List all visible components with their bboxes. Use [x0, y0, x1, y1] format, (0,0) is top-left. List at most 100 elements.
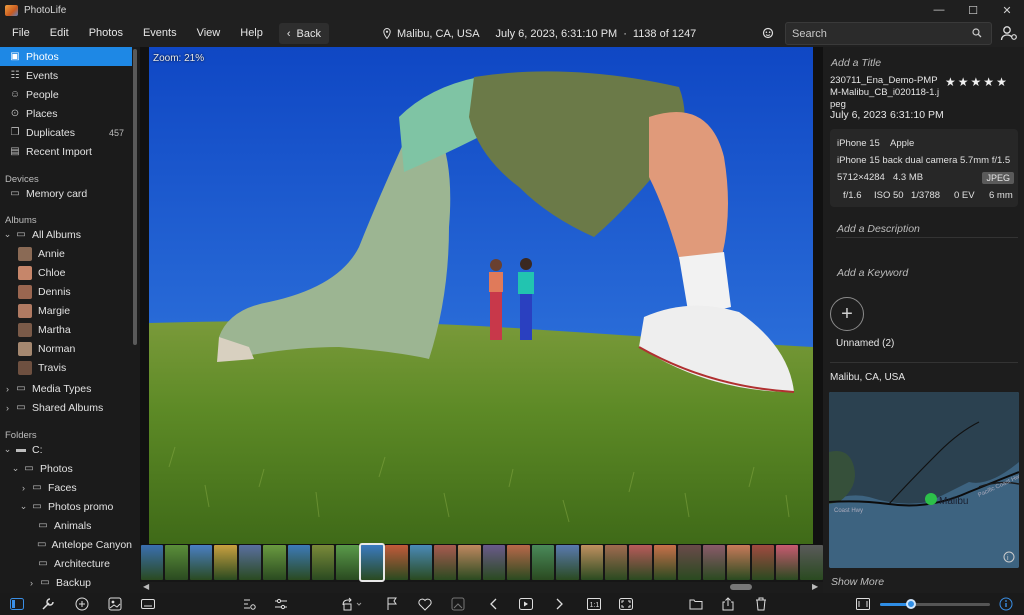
sidebar-item-media-types[interactable]: › ▭ Media Types: [0, 379, 132, 398]
star-rating[interactable]: ★ ★ ★ ★ ★: [945, 75, 1007, 89]
share-icon[interactable]: [720, 596, 736, 612]
sidebar-item-norman[interactable]: Norman: [0, 339, 132, 358]
sidebar-item-photos[interactable]: ▣ Photos: [0, 47, 132, 66]
menu-events[interactable]: Events: [133, 20, 187, 47]
menu-edit[interactable]: Edit: [40, 20, 79, 47]
star-icon[interactable]: ★: [958, 75, 969, 89]
filmstrip-thumbnail[interactable]: [580, 545, 604, 580]
view-mode-icon[interactable]: [855, 596, 871, 612]
star-icon[interactable]: ★: [996, 75, 1007, 89]
filmstrip-thumbnail[interactable]: [141, 545, 164, 580]
menu-file[interactable]: File: [2, 20, 40, 47]
chevron-right-icon[interactable]: ›: [27, 578, 36, 588]
show-more-link[interactable]: Show More: [831, 576, 884, 588]
folder-item-architecture[interactable]: ▭ Architecture: [0, 554, 132, 573]
chevron-down-icon[interactable]: ⌄: [3, 229, 12, 240]
add-face-button[interactable]: +: [830, 297, 864, 331]
filmstrip-thumbnail[interactable]: [482, 545, 506, 580]
filmstrip-thumbnail[interactable]: [263, 545, 286, 580]
sidebar-item-people[interactable]: ☺ People: [0, 85, 132, 104]
delete-trash-icon[interactable]: [753, 596, 769, 612]
metadata-icon[interactable]: [241, 596, 257, 612]
minimize-button[interactable]: —: [922, 0, 956, 20]
sidebar-item-duplicates[interactable]: ❐ Duplicates 457: [0, 123, 132, 142]
play-slideshow-icon[interactable]: [518, 596, 534, 612]
close-button[interactable]: ✕: [990, 0, 1024, 20]
menu-view[interactable]: View: [187, 20, 231, 47]
maximize-button[interactable]: ☐: [956, 0, 990, 20]
main-photo[interactable]: Zoom: 21%: [149, 47, 813, 544]
filmstrip-thumbnail[interactable]: [336, 545, 359, 580]
filmstrip-thumbnail[interactable]: [358, 543, 386, 582]
star-icon[interactable]: ★: [971, 75, 982, 89]
sidebar-item-places[interactable]: ⊙ Places: [0, 104, 132, 123]
location-map[interactable]: Malibu Coast Hwy Pacific Coast Hwy i: [829, 392, 1019, 568]
chevron-right-icon[interactable]: ›: [3, 403, 12, 413]
face-recognition-icon[interactable]: [762, 27, 774, 39]
star-icon[interactable]: ★: [945, 75, 956, 89]
sidebar-item-martha[interactable]: Martha: [0, 320, 132, 339]
sidebar-item-annie[interactable]: Annie: [0, 244, 132, 263]
filmstrip-thumbnail[interactable]: [385, 545, 408, 580]
filmstrip-thumbnail[interactable]: [629, 545, 652, 580]
next-icon[interactable]: [551, 596, 567, 612]
compare-icon[interactable]: [450, 596, 466, 612]
filmstrip-thumbnail[interactable]: [434, 545, 457, 580]
keyboard-icon[interactable]: [140, 596, 156, 612]
filmstrip-thumbnail[interactable]: [605, 545, 628, 580]
filmstrip-thumbnail[interactable]: [409, 545, 433, 580]
filmstrip-scroll-thumb[interactable]: [730, 584, 752, 590]
menu-help[interactable]: Help: [230, 20, 273, 47]
fit-to-screen-icon[interactable]: [618, 596, 634, 612]
chevron-down-icon[interactable]: ⌄: [19, 501, 28, 512]
filmstrip-thumbnail[interactable]: [189, 545, 213, 580]
filmstrip-thumbnail[interactable]: [214, 545, 237, 580]
chevron-right-icon[interactable]: ›: [19, 483, 28, 493]
sidebar-item-chloe[interactable]: Chloe: [0, 263, 132, 282]
add-title-field[interactable]: Add a Title: [831, 57, 881, 69]
sidebar-item-all-albums[interactable]: ⌄ ▭ All Albums: [0, 225, 132, 244]
folder-item-photos[interactable]: ⌄ ▭ Photos: [0, 459, 132, 478]
filmstrip-thumbnail[interactable]: [287, 545, 310, 580]
filmstrip-thumbnail[interactable]: [531, 545, 555, 580]
back-button[interactable]: ‹ Back: [278, 23, 330, 44]
search-input[interactable]: Search: [785, 22, 992, 45]
scroll-left-icon[interactable]: ◀: [143, 582, 149, 591]
edit-tools-icon[interactable]: [40, 596, 56, 612]
slider-handle[interactable]: [906, 599, 916, 609]
sidebar-scrollbar[interactable]: [133, 49, 137, 345]
filmstrip-scrollbar[interactable]: ◀ ▶: [140, 582, 823, 593]
account-icon[interactable]: [1000, 24, 1018, 42]
filmstrip-thumbnail[interactable]: [238, 545, 262, 580]
sidebar-item-memory-card[interactable]: ▭ Memory card: [0, 184, 132, 203]
thumbnail-size-slider[interactable]: [880, 599, 990, 609]
filmstrip-thumbnail[interactable]: [751, 545, 774, 580]
sidebar-item-travis[interactable]: Travis: [0, 358, 132, 377]
scroll-right-icon[interactable]: ▶: [812, 582, 818, 591]
filmstrip-thumbnail[interactable]: [165, 545, 188, 580]
folder-item-animals[interactable]: ▭ Animals: [0, 516, 132, 535]
sidebar-item-dennis[interactable]: Dennis: [0, 282, 132, 301]
open-folder-icon[interactable]: [688, 596, 704, 612]
import-photos-icon[interactable]: [107, 596, 123, 612]
filmstrip-thumbnail[interactable]: [702, 545, 726, 580]
folder-item-antelope-canyon[interactable]: ▭ Antelope Canyon: [0, 535, 132, 554]
menu-photos[interactable]: Photos: [79, 20, 133, 47]
sidebar-item-margie[interactable]: Margie: [0, 301, 132, 320]
toggle-sidebar-icon[interactable]: [9, 596, 25, 612]
filmstrip-thumbnail[interactable]: [800, 545, 823, 580]
filmstrip-thumbnail[interactable]: [507, 545, 530, 580]
sidebar-item-recent-import[interactable]: ▤ Recent Import: [0, 142, 132, 161]
add-icon[interactable]: [74, 596, 90, 612]
flag-icon[interactable]: [384, 596, 400, 612]
add-description-field[interactable]: Add a Description: [837, 223, 920, 235]
folder-item-photos-promo[interactable]: ⌄ ▭ Photos promo: [0, 497, 132, 516]
filmstrip-thumbnail[interactable]: [727, 545, 750, 580]
info-icon[interactable]: [998, 596, 1014, 612]
chevron-down-icon[interactable]: ⌄: [11, 463, 20, 474]
folder-item-faces[interactable]: › ▭ Faces: [0, 478, 132, 497]
filmstrip-thumbnail[interactable]: [775, 545, 799, 580]
filmstrip-thumbnail[interactable]: [556, 545, 579, 580]
sidebar-item-events[interactable]: ☷ Events: [0, 66, 132, 85]
favorite-heart-icon[interactable]: [417, 596, 433, 612]
